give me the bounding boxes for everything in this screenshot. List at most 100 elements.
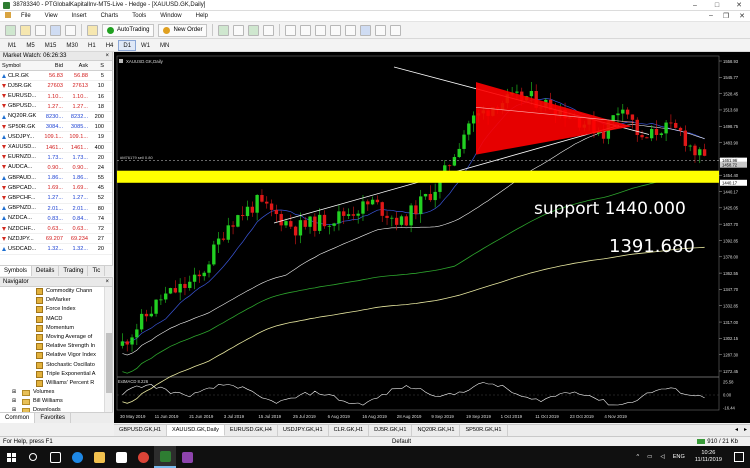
menu-file[interactable]: File bbox=[14, 11, 38, 22]
navigator-indicator-item[interactable]: Moving Average of bbox=[0, 333, 104, 342]
column-spread[interactable]: S bbox=[90, 61, 106, 70]
market-watch-row[interactable]: GBPUSD... 1.27... 1.27... 18 bbox=[0, 102, 112, 112]
market-watch-row[interactable]: USDJPY... 109.1... 109.1... 19 bbox=[0, 132, 112, 143]
chart-minimize-button[interactable]: – bbox=[704, 12, 718, 20]
timeframe-m30[interactable]: M30 bbox=[61, 40, 83, 51]
windows-start-icon[interactable] bbox=[0, 446, 22, 468]
search-icon[interactable] bbox=[22, 446, 44, 468]
market-watch-row[interactable]: AUDCA... 0.90... 0.90... 24 bbox=[0, 163, 112, 174]
column-bid[interactable]: Bid bbox=[40, 61, 65, 70]
expand-icon[interactable]: ⊞ bbox=[10, 397, 18, 406]
market-watch-toggle-icon[interactable] bbox=[35, 24, 46, 36]
bar-chart-icon[interactable] bbox=[233, 24, 245, 36]
auto-scroll-icon[interactable] bbox=[330, 24, 342, 36]
market-watch-row[interactable]: GBPCHF... 1.27... 1.27... 52 bbox=[0, 193, 112, 204]
navigator-indicator-item[interactable]: Williams' Percent R bbox=[0, 379, 104, 388]
chart-tab[interactable]: EURUSD.GK,H4 bbox=[225, 425, 278, 436]
timeframe-d1[interactable]: D1 bbox=[118, 39, 137, 51]
market-watch-row[interactable]: SP50R.GK 3084... 3085... 100 bbox=[0, 122, 112, 133]
zoom-in-icon[interactable] bbox=[285, 24, 297, 36]
navigator-indicator-item[interactable]: Stochastic Oscillato bbox=[0, 361, 104, 370]
market-watch-row[interactable]: GBPAUD... 1.86... 1.86... 55 bbox=[0, 173, 112, 184]
close-icon[interactable]: × bbox=[105, 52, 112, 60]
menu-window[interactable]: Window bbox=[153, 11, 188, 22]
document-icon[interactable] bbox=[0, 11, 14, 22]
menu-help[interactable]: Help bbox=[189, 11, 215, 22]
close-icon[interactable]: × bbox=[105, 278, 112, 286]
network-icon[interactable]: ▭ bbox=[643, 454, 656, 460]
timeframe-m5[interactable]: M5 bbox=[21, 40, 39, 51]
tab-trading[interactable]: Trading bbox=[59, 266, 89, 276]
file-explorer-icon[interactable] bbox=[88, 446, 110, 468]
tab-symbols[interactable]: Symbols bbox=[0, 266, 33, 276]
navigator-indicator-item[interactable]: Relative Vigor Index bbox=[0, 351, 104, 360]
chart-shift-icon[interactable] bbox=[345, 24, 357, 36]
navigator-indicator-item[interactable]: Triple Exponential A bbox=[0, 370, 104, 379]
templates-icon[interactable] bbox=[390, 24, 402, 36]
periods-icon[interactable] bbox=[375, 24, 387, 36]
menu-tools[interactable]: Tools bbox=[125, 11, 153, 22]
new-chart-icon[interactable] bbox=[5, 24, 16, 36]
chart-tab[interactable]: SP50R.GK,H1 bbox=[460, 425, 508, 436]
line-chart-icon[interactable] bbox=[263, 24, 275, 36]
timeframe-m1[interactable]: M1 bbox=[3, 40, 21, 51]
chrome-icon[interactable] bbox=[132, 446, 154, 468]
navigator-folder-item[interactable]: ⊞ Volumes bbox=[0, 388, 104, 397]
navigator-indicator-item[interactable]: MACD bbox=[0, 315, 104, 324]
tab-favorites[interactable]: Favorites bbox=[35, 413, 72, 423]
tab-details[interactable]: Details bbox=[32, 266, 60, 276]
minimize-button[interactable]: – bbox=[684, 0, 706, 11]
candlestick-icon[interactable] bbox=[248, 24, 260, 36]
tray-chevron-icon[interactable]: ^ bbox=[632, 454, 643, 460]
market-watch-row[interactable]: CLR.GK 56.83 56.88 5 bbox=[0, 71, 112, 82]
maximize-button[interactable]: □ bbox=[706, 0, 728, 11]
menu-view[interactable]: View bbox=[38, 11, 65, 22]
chart-tab[interactable]: GBPUSD.GK,H1 bbox=[114, 425, 167, 436]
chart-canvas[interactable]: 1558.93 1545.77 1528.45 1513.60 1498.75 1483.… bbox=[114, 52, 750, 423]
navigator-indicator-item[interactable]: DeMarker bbox=[0, 296, 104, 305]
buy-icon[interactable] bbox=[218, 24, 230, 36]
tab-ticks[interactable]: Tic bbox=[88, 266, 106, 276]
market-watch-row[interactable]: XAUUSD... 1461... 1461... 400 bbox=[0, 143, 112, 153]
market-watch-row[interactable]: USDCAD... 1.32... 1.32... 20 bbox=[0, 244, 112, 255]
navigator-indicator-item[interactable]: Commodity Chann bbox=[0, 287, 104, 296]
volume-icon[interactable]: ◁ bbox=[656, 454, 668, 460]
app-icon[interactable] bbox=[176, 446, 198, 468]
navigator-indicator-item[interactable]: Relative Strength In bbox=[0, 342, 104, 351]
navigator-indicator-item[interactable]: Force Index bbox=[0, 305, 104, 314]
navigator-toggle-icon[interactable] bbox=[50, 24, 61, 36]
metaeditor-icon[interactable] bbox=[87, 24, 98, 36]
timeframe-h1[interactable]: H1 bbox=[83, 40, 101, 51]
metatrader-taskbar-icon[interactable] bbox=[154, 446, 176, 468]
market-watch-row[interactable]: DJ5R.GK 27603 27613 10 bbox=[0, 81, 112, 92]
indicators-icon[interactable] bbox=[360, 24, 372, 36]
menu-charts[interactable]: Charts bbox=[94, 11, 126, 22]
price-chart[interactable]: 1558.93 1545.77 1528.45 1513.60 1498.75 1483.… bbox=[114, 52, 750, 423]
tab-scroll-left-icon[interactable]: ◂ bbox=[732, 425, 741, 436]
navigator-indicator-item[interactable]: Momentum bbox=[0, 324, 104, 333]
notification-icon[interactable] bbox=[734, 452, 744, 462]
market-watch-row[interactable]: EURNZD... 1.73... 1.73... 20 bbox=[0, 153, 112, 163]
autotrading-button[interactable]: AutoTrading bbox=[102, 23, 155, 37]
close-button[interactable]: ✕ bbox=[728, 0, 750, 11]
chart-tab[interactable]: USDJPY.GK,H1 bbox=[278, 425, 329, 436]
market-watch-row[interactable]: NZDCA... 0.83... 0.84... 74 bbox=[0, 214, 112, 224]
timeframe-mn[interactable]: MN bbox=[155, 40, 174, 51]
edge-browser-icon[interactable] bbox=[66, 446, 88, 468]
column-symbol[interactable]: Symbol bbox=[0, 61, 40, 70]
tab-scroll-right-icon[interactable]: ▸ bbox=[741, 425, 750, 436]
market-watch-row[interactable]: NZDJPY... 69.207 69.234 27 bbox=[0, 234, 112, 245]
market-watch-row[interactable]: GBPCAD... 1.69... 1.69... 45 bbox=[0, 183, 112, 194]
open-profile-icon[interactable] bbox=[20, 24, 31, 36]
tile-windows-icon[interactable] bbox=[315, 24, 327, 36]
menu-insert[interactable]: Insert bbox=[65, 11, 94, 22]
store-icon[interactable] bbox=[110, 446, 132, 468]
language-indicator[interactable]: ENG bbox=[669, 454, 689, 460]
market-watch-row[interactable]: GBPNZD... 2.01... 2.01... 80 bbox=[0, 204, 112, 214]
scroll-thumb[interactable] bbox=[106, 333, 112, 393]
column-ask[interactable]: Ask bbox=[65, 61, 90, 70]
chart-tab[interactable]: XAUUSD.GK,Daily bbox=[166, 425, 225, 436]
expand-icon[interactable]: ⊞ bbox=[10, 388, 18, 397]
new-order-button[interactable]: New Order bbox=[158, 23, 208, 37]
chart-tab[interactable]: DJ5R.GK,H1 bbox=[369, 425, 413, 436]
